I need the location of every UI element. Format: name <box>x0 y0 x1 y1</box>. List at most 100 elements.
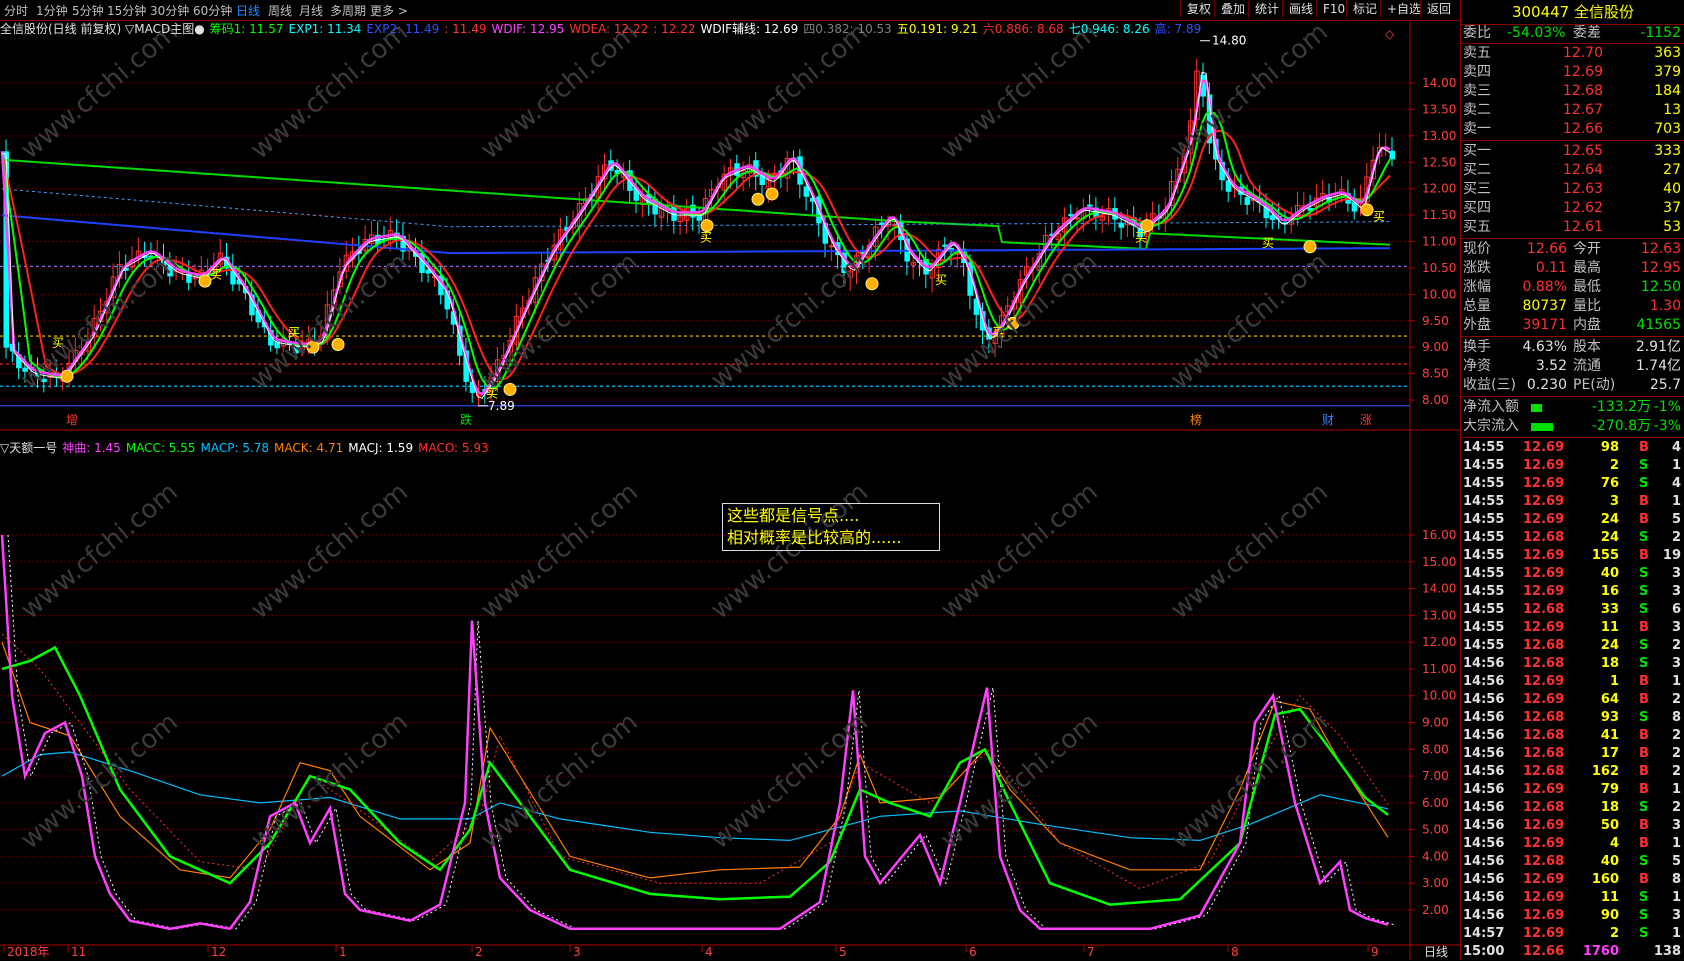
trade-count: 3 <box>1671 584 1681 599</box>
trade-row: 14:56 12.69 4 B 1 <box>1461 835 1684 853</box>
trade-side: B <box>1639 746 1649 761</box>
period-tab-10[interactable]: 更多 > <box>370 2 408 19</box>
sub-indicator-title[interactable]: ▽天额一号 <box>0 441 57 455</box>
period-tab-8[interactable]: 月线 <box>299 2 323 19</box>
trade-volume: 16 <box>1600 584 1619 599</box>
max-price-label: 14.80 <box>1212 34 1246 48</box>
main-indicator-legend: 全信股份(日线 前复权) ▽MACD主图● 筹码1: 11.57 EXP1: 11.… <box>0 21 1206 37</box>
main-indicator-title[interactable]: 全信股份(日线 前复权) ▽MACD主图● <box>0 22 205 36</box>
period-tab-3[interactable]: 15分钟 <box>107 2 146 19</box>
trade-side: B <box>1639 818 1649 833</box>
bid-row[interactable]: 买四 12.62 37 <box>1461 199 1684 218</box>
bid-price: 12.63 <box>1562 181 1603 197</box>
period-tab-7[interactable]: 周线 <box>268 2 292 19</box>
trade-side: S <box>1639 908 1649 923</box>
trade-time: 14:55 <box>1463 620 1505 635</box>
trade-side: B <box>1639 494 1649 509</box>
trade-volume: 64 <box>1600 692 1619 707</box>
quote-row: 外盘 39171 内盘 41565 <box>1461 316 1684 335</box>
kline-chart[interactable]: 14.0013.5013.0012.5012.0011.5011.0010.50… <box>0 20 1460 960</box>
trade-time: 14:55 <box>1463 548 1505 563</box>
trade-row: 14:56 12.69 1 B 1 <box>1461 673 1684 691</box>
trade-row: 14:56 12.69 11 S 1 <box>1461 889 1684 907</box>
trade-side: S <box>1639 566 1649 581</box>
time-tick-label: 2018年 <box>7 945 50 959</box>
ask-row[interactable]: 卖四 12.69 379 <box>1461 63 1684 82</box>
trade-row: 14:56 12.68 41 B 2 <box>1461 727 1684 745</box>
ask-row[interactable]: 卖三 12.68 184 <box>1461 82 1684 101</box>
trade-count: 2 <box>1671 800 1681 815</box>
trade-count: 138 <box>1653 944 1681 959</box>
sub-indicator-value: MACP: 5.78 <box>200 441 270 455</box>
osc-tick-label: 9.00 <box>1422 716 1449 730</box>
time-axis-end-label: 日线 <box>1424 945 1448 959</box>
bid-row[interactable]: 买二 12.64 27 <box>1461 161 1684 180</box>
time-tick-label: 2 <box>475 945 483 959</box>
main-indicator-value: 六0.886: 8.68 <box>982 22 1064 36</box>
quote-label: 最高 <box>1573 260 1601 276</box>
sub-indicator-legend: ▽天额一号 神曲: 1.45 MACC: 5.55 MACP: 5.78 MACK: 4… <box>0 440 494 456</box>
toolbar-button-5[interactable]: 标记 <box>1346 0 1383 19</box>
price-tick-label: 9.50 <box>1422 314 1449 328</box>
trade-time: 14:56 <box>1463 656 1505 671</box>
period-toolbar: 分时 1分钟 5分钟 15分钟 30分钟 60分钟 日线 周线 月线 多周期 更多 > 复权 叠加 统计画… <box>0 0 1460 21</box>
trade-side: S <box>1639 584 1649 599</box>
quote-label: 最低 <box>1573 279 1601 295</box>
period-tab-9[interactable]: 多周期 <box>330 2 366 19</box>
chart-area[interactable]: 14.00 13.50 13.00 12.50 12.00 11.50 11.00 10.50… <box>0 20 1460 960</box>
main-indicator-value: 高: 7.89 <box>1154 22 1202 36</box>
trade-count: 1 <box>1671 926 1681 941</box>
stock-title[interactable]: 300447 全信股份 <box>1461 0 1684 25</box>
flow-bar <box>1531 423 1553 431</box>
toolbar-button-0[interactable]: 复权 <box>1180 0 1217 19</box>
period-tab-4[interactable]: 30分钟 <box>150 2 189 19</box>
sub-indicator-value: 神曲: 1.45 <box>62 441 121 455</box>
trade-time: 15:00 <box>1463 944 1505 959</box>
ask-row[interactable]: 卖二 12.67 13 <box>1461 101 1684 120</box>
candle-body <box>1244 197 1251 205</box>
order-diff-value: -1152 <box>1640 25 1681 41</box>
trade-row: 14:55 12.68 24 S 2 <box>1461 529 1684 547</box>
period-tab-0[interactable]: 分时 <box>4 2 28 19</box>
bid-price: 12.62 <box>1562 200 1603 216</box>
toolbar-button-3[interactable]: 画线 <box>1282 0 1319 19</box>
trade-price: 12.68 <box>1523 638 1565 653</box>
trade-volume: 1 <box>1609 674 1619 689</box>
candle-body <box>1087 204 1093 207</box>
ask-row[interactable]: 卖五 12.70 363 <box>1461 44 1684 63</box>
bid-volume: 27 <box>1663 162 1681 178</box>
candle-body <box>1068 214 1074 217</box>
quote-value: 1.30 <box>1649 298 1681 314</box>
bid-row[interactable]: 买五 12.61 53 <box>1461 218 1684 237</box>
toolbar-button-7[interactable]: 返回 <box>1420 0 1457 19</box>
buy-signal-label: 买 <box>1262 236 1274 250</box>
trade-price: 12.68 <box>1523 854 1565 869</box>
fundamental-value: 2.91亿 <box>1635 339 1681 355</box>
toolbar-button-2[interactable]: 统计 <box>1248 0 1285 19</box>
trade-time: 14:56 <box>1463 674 1505 689</box>
trade-time: 14:56 <box>1463 854 1505 869</box>
bid-price: 12.65 <box>1562 143 1603 159</box>
osc-tick-label: 6.00 <box>1422 796 1449 810</box>
fundamental-label: 换手 <box>1463 339 1491 355</box>
quote-value: 12.95 <box>1640 260 1681 276</box>
bid-row[interactable]: 买一 12.65 333 <box>1461 142 1684 161</box>
trade-volume: 40 <box>1600 854 1619 869</box>
trade-row: 14:55 12.68 24 S 2 <box>1461 637 1684 655</box>
price-tick-label: 10.50 <box>1422 261 1456 275</box>
ask-volume: 363 <box>1654 45 1681 61</box>
toolbar-button-1[interactable]: 叠加 <box>1214 0 1251 19</box>
period-tab-6[interactable]: 日线 <box>236 2 260 19</box>
trade-time: 14:55 <box>1463 602 1505 617</box>
quote-label: 今开 <box>1573 241 1601 257</box>
trade-side: S <box>1639 656 1649 671</box>
min-price-label: 7.89 <box>488 399 515 413</box>
trade-count: 2 <box>1671 764 1681 779</box>
period-tab-2[interactable]: 5分钟 <box>72 2 104 19</box>
period-tab-5[interactable]: 60分钟 <box>193 2 232 19</box>
bid-row[interactable]: 买三 12.63 40 <box>1461 180 1684 199</box>
quote-value: 80737 <box>1522 298 1567 314</box>
ask-row[interactable]: 卖一 12.66 703 <box>1461 120 1684 139</box>
fundamental-value: 4.63% <box>1522 339 1567 355</box>
period-tab-1[interactable]: 1分钟 <box>36 2 68 19</box>
